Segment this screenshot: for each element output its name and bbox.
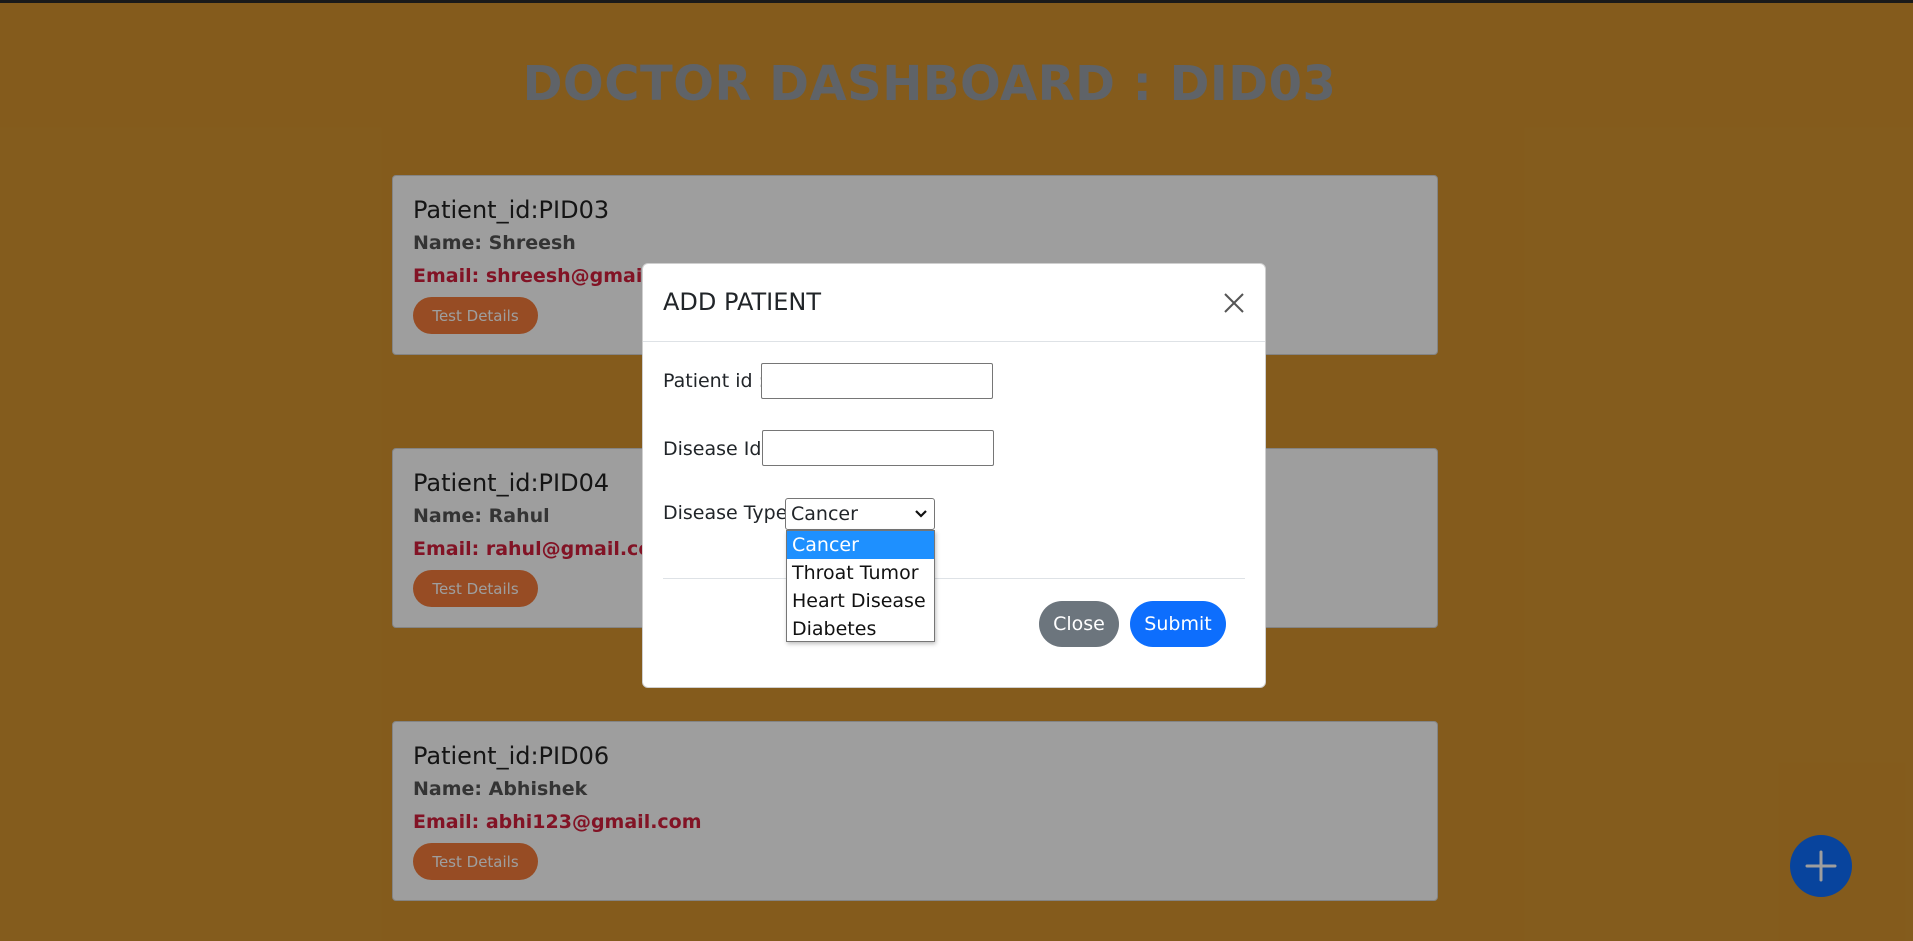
- disease-type-selected-value: Cancer: [791, 503, 858, 525]
- close-icon: [1224, 293, 1244, 313]
- dropdown-option-cancer[interactable]: Cancer: [787, 531, 934, 559]
- chevron-down-icon: [915, 510, 927, 518]
- dropdown-option-diabetes[interactable]: Diabetes: [787, 615, 934, 643]
- modal-footer-divider: [663, 578, 1245, 579]
- disease-id-input[interactable]: [762, 430, 994, 466]
- dropdown-option-throat-tumor[interactable]: Throat Tumor: [787, 559, 934, 587]
- modal-title: ADD PATIENT: [663, 288, 822, 316]
- disease-type-select[interactable]: Cancer: [785, 498, 935, 530]
- dropdown-option-heart-disease[interactable]: Heart Disease: [787, 587, 934, 615]
- add-patient-modal: ADD PATIENT Patient id : Disease Id: Dis…: [642, 263, 1266, 688]
- close-button[interactable]: Close: [1039, 601, 1119, 647]
- disease-type-label: Disease Type:: [663, 502, 794, 524]
- submit-button[interactable]: Submit: [1130, 601, 1226, 647]
- patient-id-label: Patient id :: [663, 370, 765, 392]
- modal-header: ADD PATIENT: [643, 264, 1265, 342]
- disease-type-dropdown-list: Cancer Throat Tumor Heart Disease Diabet…: [786, 530, 935, 642]
- modal-close-x-button[interactable]: [1221, 290, 1247, 316]
- patient-id-input[interactable]: [761, 363, 993, 399]
- disease-id-label: Disease Id:: [663, 438, 768, 460]
